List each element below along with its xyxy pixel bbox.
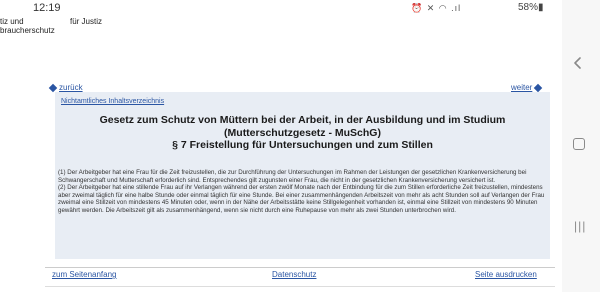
- back-link[interactable]: zurück: [59, 83, 83, 92]
- next-link-row[interactable]: weiter: [511, 83, 543, 92]
- status-bar: 12:19 ⏰ ✕ ◠ .ıl 58%▮: [0, 0, 562, 18]
- law-body: (1) Der Arbeitgeber hat eine Frau für di…: [58, 169, 546, 215]
- header-text-right: für Justiz: [70, 17, 103, 26]
- print-link[interactable]: Seite ausdrucken: [475, 270, 537, 279]
- status-icons: ⏰ ✕ ◠ .ıl: [411, 3, 462, 13]
- toc-link[interactable]: Nichtamtliches Inhaltsverzeichnis: [61, 98, 164, 105]
- bottom-line: [45, 286, 555, 287]
- law-title-line2: (Mutterschutzgesetz - MuSchG): [224, 126, 381, 139]
- section-title: § 7 Freistellung für Untersuchungen und …: [172, 139, 433, 151]
- home-square-icon[interactable]: [573, 138, 585, 150]
- back-link-row[interactable]: zurück: [48, 83, 83, 92]
- chevron-left-icon[interactable]: [572, 57, 584, 69]
- diamond-left-icon: [48, 83, 58, 92]
- law-document-box: Nichtamtliches Inhaltsverzeichnis Gesetz…: [55, 92, 550, 259]
- privacy-link[interactable]: Datenschutz: [272, 270, 316, 279]
- paragraph-2: (2) Der Arbeitgeber hat eine stillende F…: [58, 184, 545, 214]
- paragraph-1: (1) Der Arbeitgeber hat eine Frau für di…: [58, 169, 527, 184]
- page-top-link[interactable]: zum Seitenanfang: [52, 270, 117, 279]
- header-text-left: tiz und: [0, 17, 24, 26]
- header-text-line2: braucherschutz: [0, 26, 55, 35]
- law-title: Gesetz zum Schutz von Müttern bei der Ar…: [55, 114, 550, 139]
- diamond-right-icon: [534, 83, 543, 92]
- law-title-line1: Gesetz zum Schutz von Müttern bei der Ar…: [99, 114, 506, 126]
- status-time: 12:19: [33, 2, 61, 14]
- recent-apps-icon[interactable]: |||: [574, 219, 586, 233]
- battery-level: 58%▮: [518, 2, 544, 13]
- next-link[interactable]: weiter: [511, 83, 532, 92]
- footer-divider: [45, 267, 555, 268]
